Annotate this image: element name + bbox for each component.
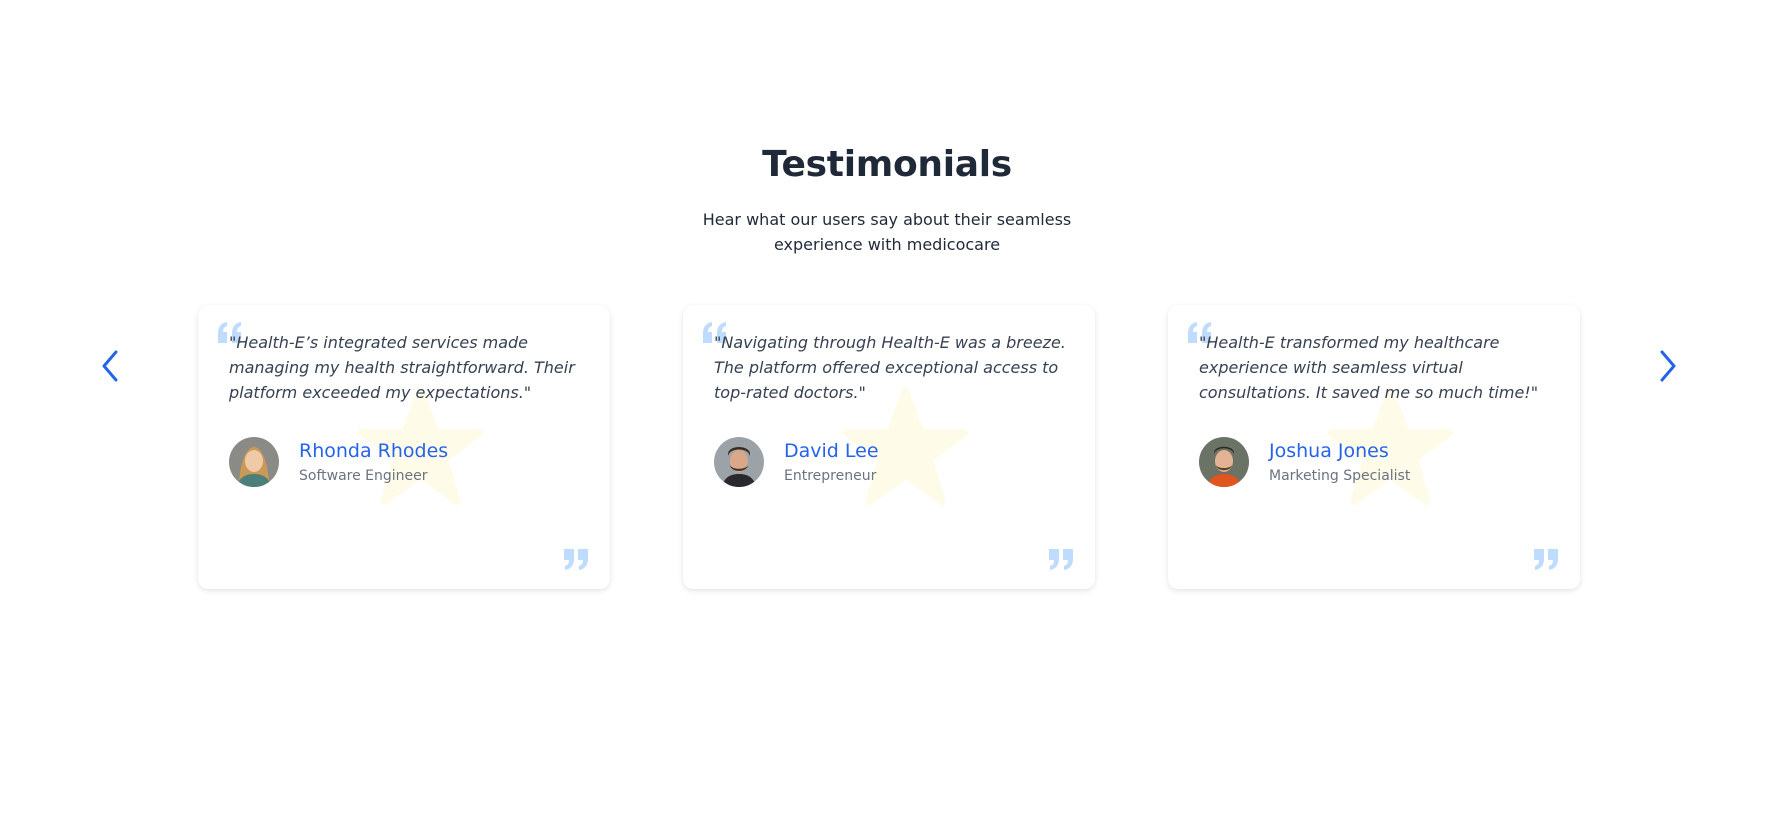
author-role: Marketing Specialist [1269, 468, 1411, 484]
author-role: Entrepreneur [784, 468, 877, 484]
testimonial-quote: "Health-E’s integrated services made man… [229, 333, 575, 402]
avatar [229, 437, 279, 487]
testimonial-card: "Health-E transformed my healthcare expe… [1168, 305, 1580, 589]
chevron-right-icon [1660, 350, 1676, 382]
author-name: David Lee [784, 440, 879, 462]
testimonials-section: Testimonials Hear what our users say abo… [0, 0, 1774, 819]
testimonial-card: "Health-E’s integrated services made man… [198, 305, 610, 589]
testimonial-card: "Navigating through Health-E was a breez… [683, 305, 1095, 589]
quote-close-icon [564, 549, 588, 570]
section-subtitle: Hear what our users say about their seam… [702, 210, 1072, 254]
testimonial-quote: "Health-E transformed my healthcare expe… [1199, 333, 1539, 402]
quote-close-icon [1049, 549, 1073, 570]
carousel-next-button[interactable] [1650, 346, 1686, 386]
author-name: Joshua Jones [1269, 440, 1389, 462]
testimonial-quote: "Navigating through Health-E was a breez… [714, 333, 1066, 402]
author-name: Rhonda Rhodes [299, 440, 449, 462]
quote-close-icon [1534, 549, 1558, 570]
carousel-prev-button[interactable] [92, 346, 128, 386]
chevron-left-icon [102, 350, 118, 382]
avatar [1199, 437, 1249, 487]
avatar [714, 437, 764, 487]
author-role: Software Engineer [299, 468, 428, 484]
section-title: Testimonials [762, 144, 1012, 185]
